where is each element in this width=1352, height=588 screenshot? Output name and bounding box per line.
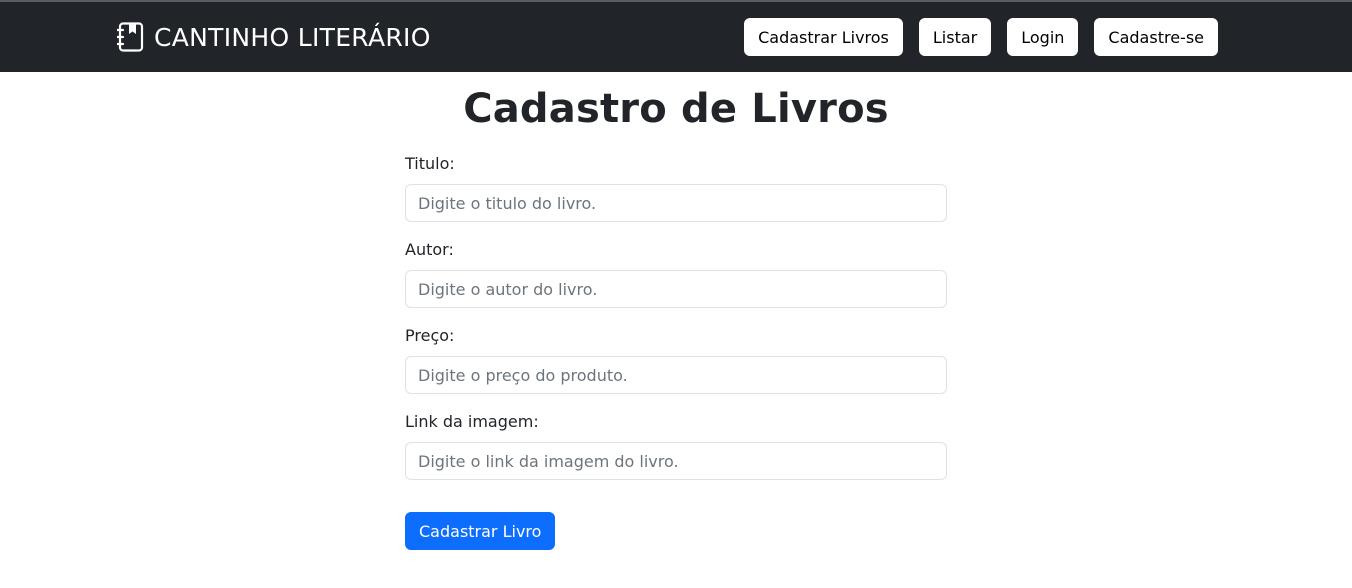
price-field: Preço: [405,324,947,410]
image-link-input[interactable] [405,442,947,480]
title-label: Titulo: [405,154,455,173]
price-input[interactable] [405,356,947,394]
brand[interactable]: CANTINHO LITERÁRIO [117,20,431,54]
page-title: Cadastro de Livros [463,86,889,132]
title-input[interactable] [405,184,947,222]
navbar: CANTINHO LITERÁRIO Cadastrar Livros List… [0,0,1352,72]
brand-title: CANTINHO LITERÁRIO [154,22,431,52]
author-field: Autor: [405,238,947,324]
nav-actions: Cadastrar Livros Listar Login Cadastre-s… [744,18,1218,56]
cadastre-se-button[interactable]: Cadastre-se [1094,18,1218,56]
book-form: Titulo: Autor: Preço: Link da imagem: [405,152,947,496]
cadastrar-livros-button[interactable]: Cadastrar Livros [744,18,903,56]
author-label: Autor: [405,240,454,259]
image-link-field: Link da imagem: [405,410,947,496]
price-label: Preço: [405,326,455,345]
title-field: Titulo: [405,152,947,238]
cadastrar-livro-button[interactable]: Cadastrar Livro [405,512,556,550]
login-button[interactable]: Login [1007,18,1079,56]
listar-button[interactable]: Listar [918,18,992,56]
image-link-label: Link da imagem: [405,412,539,431]
book-icon [117,22,144,52]
author-input[interactable] [405,270,947,308]
